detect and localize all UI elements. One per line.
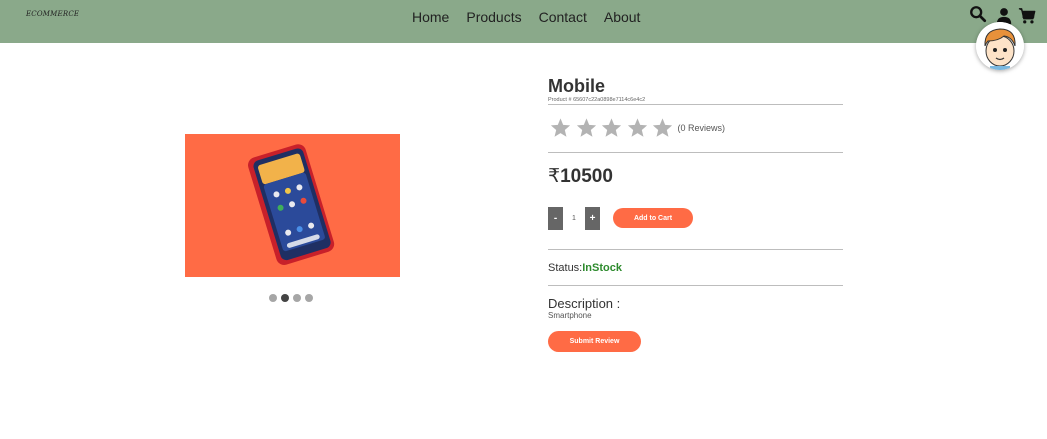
add-to-cart-button[interactable]: Add to Cart: [613, 208, 693, 228]
divider: [548, 285, 843, 286]
description-text: Smartphone: [548, 311, 592, 320]
divider: [548, 249, 843, 250]
reviews-count: (0 Reviews): [677, 123, 726, 133]
divider: [548, 104, 843, 105]
product-title: Mobile: [548, 76, 605, 96]
divider: [548, 152, 843, 153]
carousel-dot[interactable]: [269, 294, 277, 302]
status-label: Status:: [548, 262, 583, 274]
description-label: Description :: [548, 296, 621, 311]
product-image: [185, 134, 400, 277]
main-nav: Home Products Contact About: [412, 9, 640, 25]
carousel-dot[interactable]: [293, 294, 301, 302]
stock-status: Status:InStock: [548, 262, 622, 274]
nav-products-link[interactable]: Products: [466, 9, 521, 25]
currency-symbol: ₹: [548, 166, 561, 187]
product-price: ₹10500: [548, 165, 613, 188]
user-avatar[interactable]: [976, 22, 1024, 70]
submit-review-button[interactable]: Submit Review: [548, 331, 641, 352]
cart-icon[interactable]: [1018, 7, 1036, 25]
top-navbar: ECOMMERCE Home Products Contact About: [0, 0, 1047, 43]
carousel-dot[interactable]: [305, 294, 313, 302]
quantity-input[interactable]: [564, 207, 584, 230]
carousel-dot-active[interactable]: [281, 294, 289, 302]
price-amount: 10500: [560, 166, 613, 187]
search-icon[interactable]: [969, 5, 987, 23]
star-icon[interactable]: [575, 117, 598, 139]
avatar-face-icon: [976, 22, 1024, 70]
phone-image: [185, 134, 400, 277]
nav-contact-link[interactable]: Contact: [539, 9, 587, 25]
star-icon[interactable]: [549, 117, 572, 139]
status-value: InStock: [582, 262, 622, 274]
rating-stars: (0 Reviews): [549, 117, 725, 139]
carousel-indicators: [269, 294, 313, 302]
quantity-increase-button[interactable]: +: [585, 207, 600, 230]
site-logo[interactable]: ECOMMERCE: [26, 10, 79, 18]
star-icon[interactable]: [651, 117, 674, 139]
nav-home-link[interactable]: Home: [412, 9, 449, 25]
quantity-decrease-button[interactable]: -: [548, 207, 563, 230]
nav-about-link[interactable]: About: [604, 9, 641, 25]
star-icon[interactable]: [626, 117, 649, 139]
product-id: Product # 65607c22a0898e7114c6e4c2: [548, 97, 646, 103]
star-icon[interactable]: [600, 117, 623, 139]
